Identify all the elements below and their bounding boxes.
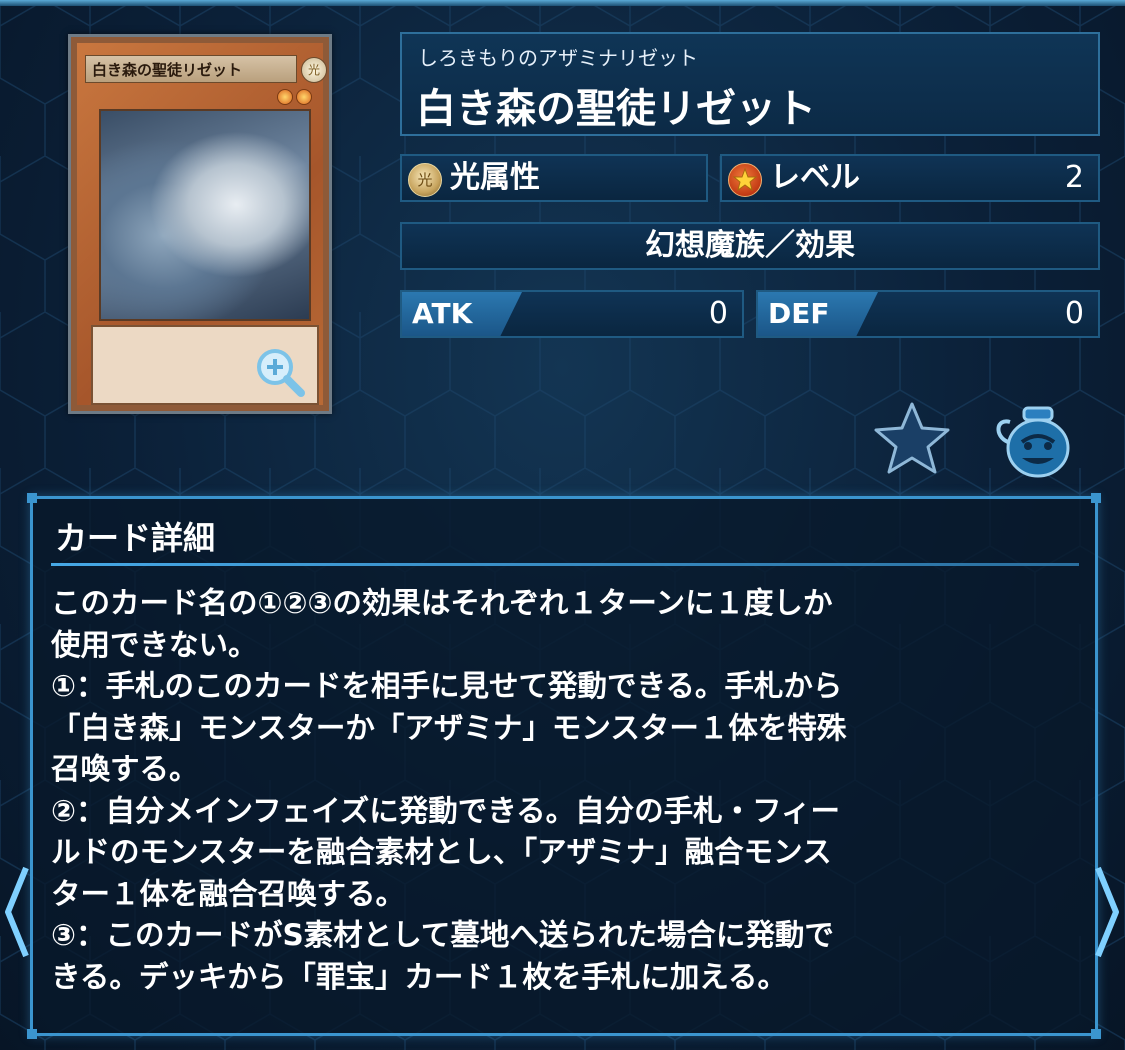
card-image-attribute-icon: 光 (301, 57, 327, 83)
card-name-header: しろきもりのアザミナリゼット 白き森の聖徒リゼット (400, 32, 1100, 136)
zoom-in-icon[interactable] (251, 343, 307, 399)
detail-divider (51, 563, 1079, 566)
panel-corner (27, 1029, 37, 1039)
chevron-left-icon[interactable] (2, 862, 32, 962)
atk-field: ATK 0 (400, 290, 744, 338)
level-star-icon (728, 163, 762, 197)
card-image[interactable]: 白き森の聖徒リゼット 光 (68, 34, 332, 414)
light-attribute-icon: 光 (408, 163, 442, 197)
type-field: 幻想魔族／効果 (400, 222, 1100, 270)
star-icon[interactable] (872, 400, 952, 476)
def-label: DEF (768, 297, 830, 330)
detail-title: カード詳細 (55, 519, 216, 557)
level-label: レベル (770, 160, 860, 195)
attribute-label: 光属性 (450, 160, 540, 195)
attribute-field: 光 光属性 (400, 154, 708, 202)
card-image-level-stars (277, 89, 317, 107)
pot-of-greed-icon[interactable] (992, 400, 1076, 480)
card-artwork (99, 109, 311, 321)
def-field: DEF 0 (756, 290, 1100, 338)
card-name-reading: しろきもりのアザミナリゼット (418, 46, 698, 70)
card-image-name: 白き森の聖徒リゼット (85, 55, 297, 83)
type-line: 幻想魔族／効果 (645, 228, 855, 263)
atk-label: ATK (412, 297, 473, 330)
atk-value: 0 (708, 296, 728, 331)
def-value: 0 (1064, 296, 1084, 331)
card-detail-panel[interactable]: カード詳細 このカード名の①②③の効果はそれぞれ１ターンに１度しか 使用できない… (27, 493, 1101, 1039)
top-border (0, 0, 1125, 6)
card-name: 白き森の聖徒リゼット (416, 86, 816, 132)
panel-corner (27, 493, 37, 503)
panel-corner (1091, 493, 1101, 503)
card-effect-text: このカード名の①②③の効果はそれぞれ１ターンに１度しか 使用できない。 ①：手札… (51, 586, 847, 994)
card-face: 白き森の聖徒リゼット 光 (77, 43, 327, 405)
panel-corner (1091, 1029, 1101, 1039)
level-field: レベル 2 (720, 154, 1100, 202)
chevron-right-icon[interactable] (1092, 862, 1122, 962)
level-value: 2 (1064, 160, 1084, 195)
